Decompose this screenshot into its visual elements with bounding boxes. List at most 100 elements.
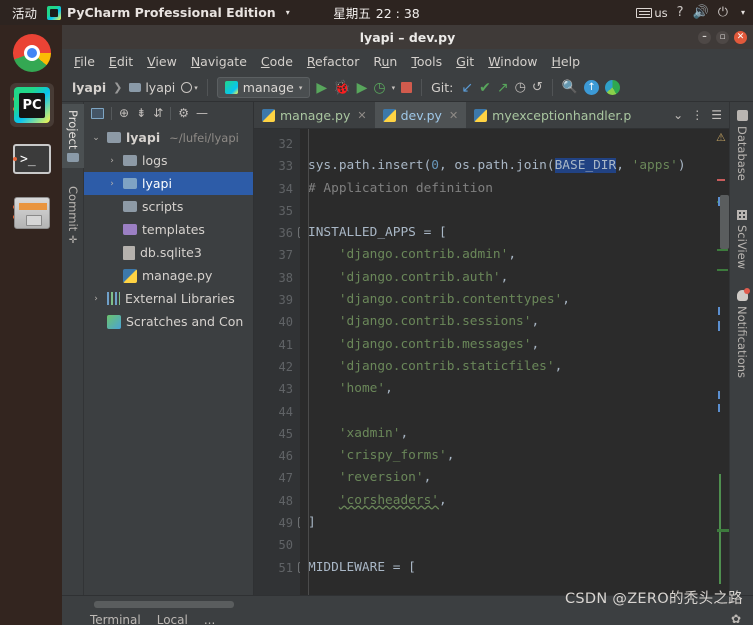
menu-item-help[interactable]: Help [552,54,581,69]
code-line[interactable] [300,401,715,423]
chevron-down-icon[interactable]: ▾ [392,84,396,92]
menu-item-code[interactable]: Code [261,54,293,69]
chevron-right-icon[interactable]: › [106,179,118,189]
tree-item-scratches-and-con[interactable]: Scratches and Con [84,310,253,333]
sidebar-item-project[interactable]: Project [62,104,84,169]
ide-status-icon[interactable] [605,80,621,95]
close-button[interactable]: ✕ [734,30,747,44]
hide-icon[interactable]: — [196,106,208,120]
chevron-right-icon[interactable]: › [90,294,102,304]
git-commit-button[interactable]: ✔ [479,80,491,96]
tree-item-templates[interactable]: templates [84,218,253,241]
horizontal-scrollbar-thumb[interactable] [94,601,234,608]
tree-item-external-libraries[interactable]: › External Libraries [84,287,253,310]
help-icon[interactable]: ? [677,5,684,20]
close-icon[interactable]: ✕ [449,109,458,122]
tree-item-lyapi[interactable]: › lyapi [84,172,253,195]
code-line[interactable]: 'reversion', [300,467,715,489]
menu-item-file[interactable]: File [74,54,95,69]
menu-item-refactor[interactable]: Refactor [307,54,359,69]
menu-item-run[interactable]: Run [373,54,397,69]
menu-item-navigate[interactable]: Navigate [191,54,247,69]
git-push-button[interactable]: ↗ [497,80,509,96]
code-content[interactable]: sys.path.insert(0, os.path.join(BASE_DIR… [300,129,715,595]
code-line[interactable]: # Application definition [300,178,715,200]
active-app-menu[interactable]: PyCharm Professional Edition ▾ [47,5,290,20]
code-line[interactable] [300,133,715,155]
code-line[interactable]: 'django.contrib.contenttypes', [300,289,715,311]
volume-icon[interactable]: 🔊 [693,5,709,20]
code-line[interactable]: 'django.contrib.sessions', [300,311,715,333]
updates-icon[interactable]: ↑ [584,80,600,95]
settings-gear-icon[interactable]: ⚙ [178,106,189,120]
expand-all-icon[interactable]: ⇟ [136,106,146,120]
search-everywhere-icon[interactable]: 🔍 [562,80,578,95]
close-icon[interactable]: ✕ [357,109,366,122]
sidebar-item-database[interactable]: Database [730,104,753,187]
editor-marker-strip[interactable]: ⚠ [715,129,729,595]
chevron-down-icon[interactable]: ⌄ [90,133,102,143]
code-line[interactable]: 'django.contrib.admin', [300,244,715,266]
keyboard-layout-indicator[interactable]: us [636,6,668,20]
bottom-tool-local[interactable]: Local [157,613,188,625]
project-chooser-button[interactable]: ▾ [181,82,198,93]
code-line[interactable]: 'home', [300,378,715,400]
bottom-tool-terminal[interactable]: Terminal [90,613,141,625]
tree-item-scripts[interactable]: scripts [84,195,253,218]
tree-item-db-sqlite3[interactable]: db.sqlite3 [84,241,253,264]
stop-button[interactable] [401,82,413,93]
menu-item-view[interactable]: View [147,54,177,69]
editor-gutter[interactable]: 32 33 34 35 36− 37 38 39 40 41 42 43444546474849− 50… [254,129,309,595]
git-update-project-button[interactable]: ↙ [461,80,473,96]
settings-gear-icon[interactable]: ✿ [731,612,741,625]
code-line[interactable]: ] [300,512,715,534]
tree-item-manage-py[interactable]: manage.py [84,264,253,287]
run-configuration-selector[interactable]: manage ▾ [216,77,311,98]
profile-button[interactable]: ◷ [373,80,385,96]
inspection-warning-icon[interactable]: ⚠ [716,131,726,144]
menu-item-git[interactable]: Git [456,54,474,69]
dock-item-google-chrome[interactable] [10,31,54,75]
activities-button[interactable]: 活动 [0,3,47,22]
breadcrumb-module[interactable]: lyapi [145,80,175,95]
maximize-button[interactable]: ▫ [716,30,729,44]
code-line[interactable] [300,200,715,222]
code-line[interactable]: 'django.contrib.staticfiles', [300,356,715,378]
code-line[interactable]: 'xadmin', [300,423,715,445]
tree-item-logs[interactable]: › logs [84,149,253,172]
code-line[interactable]: 'django.contrib.auth', [300,267,715,289]
chevron-down-icon[interactable]: ⌄ [673,108,683,122]
collapse-all-icon[interactable]: ⇵ [153,106,163,120]
debug-button[interactable]: 🐞 [333,80,350,96]
stacked-tabs-icon[interactable]: ☰ [711,108,722,122]
editor-tab-manage-py[interactable]: manage.py ✕ [254,102,375,128]
dock-item-pycharm[interactable] [10,83,54,127]
dock-item-files[interactable] [10,191,54,235]
code-line[interactable]: 'corsheaders', [300,490,715,512]
sidebar-item-notifications[interactable]: Notifications [730,284,753,384]
clock[interactable]: 星期五 22 : 38 [333,3,420,22]
dock-item-terminal[interactable]: >_ [10,137,54,181]
run-button[interactable]: ▶ [316,80,327,96]
menu-item-edit[interactable]: Edit [109,54,133,69]
run-with-coverage-button[interactable]: ▶ [357,80,368,96]
locate-icon[interactable]: ⊕ [119,106,129,120]
editor-tab-myexceptionhandler-p[interactable]: myexceptionhandler.p [466,102,639,128]
editor-scrollbar-thumb[interactable] [720,195,729,249]
code-line[interactable]: 'django.contrib.messages', [300,334,715,356]
more-options-icon[interactable]: ⋮ [691,108,703,122]
sidebar-item-commit[interactable]: Commit ✛ [62,180,84,252]
editor-tab-dev-py[interactable]: dev.py ✕ [374,102,467,128]
code-line[interactable]: MIDDLEWARE = [ [300,557,715,579]
system-menu-chevron-down-icon[interactable]: ▾ [741,8,745,17]
bottom-tool--[interactable]: ... [204,613,215,625]
menu-item-tools[interactable]: Tools [411,54,442,69]
code-line[interactable]: INSTALLED_APPS = [ [300,222,715,244]
git-rollback-button[interactable]: ↺ [532,80,543,95]
power-icon[interactable]: ⏻ [718,5,728,20]
minimize-button[interactable]: – [698,30,711,44]
tree-item-lyapi[interactable]: ⌄ lyapi ~/lufei/lyapi [84,126,253,149]
chevron-right-icon[interactable]: › [106,156,118,166]
project-view-icon[interactable] [91,107,104,119]
code-line[interactable]: sys.path.insert(0, os.path.join(BASE_DIR… [300,155,715,177]
